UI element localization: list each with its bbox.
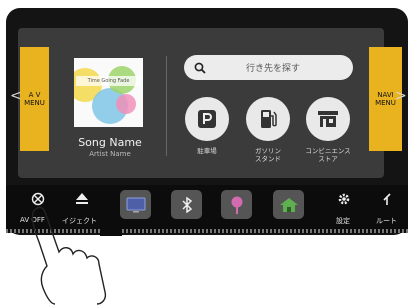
destination-search-field[interactable]: 行き先を探す [184,55,353,80]
av-menu-label-1: A V [28,91,41,99]
gas-station-button[interactable] [246,97,290,141]
av-menu-label-2: MENU [24,99,45,107]
navi-menu-label-1: NAVI [377,91,394,99]
divider [166,56,167,156]
convenience-store-label-1: コンビニエンス [305,147,351,155]
convenience-store-button[interactable] [306,97,350,141]
search-placeholder: 行き先を探す [246,64,301,74]
route-button[interactable]: ルート [376,216,397,226]
search-icon [194,62,206,74]
album-art[interactable]: Time Going Fade [74,58,143,127]
bluetooth-icon [181,196,192,213]
home-app-button[interactable] [273,190,304,219]
album-title: Time Going Fade [76,76,141,86]
convenience-store-label-2: ストア [318,155,338,163]
artist-name: Artist Name [89,150,131,158]
parking-button[interactable] [185,97,229,141]
navi-menu-label-2: MENU [375,99,396,107]
map-pin-icon [231,196,242,214]
bluetooth-app-button[interactable] [171,190,202,219]
settings-button[interactable]: 設定 [336,216,350,226]
convenience-store-icon [318,111,338,127]
chevron-right-icon[interactable]: > [395,88,407,104]
gear-icon[interactable] [337,192,351,206]
parking-label: 駐車場 [172,147,242,155]
chevron-left-icon[interactable]: < [10,88,22,104]
song-name: Song Name [78,136,142,149]
route-icon[interactable] [381,192,393,206]
parking-label-1: 駐車場 [197,147,217,155]
album-art-shape [116,94,136,114]
parking-icon [198,110,216,128]
pointing-hand-icon [31,206,107,305]
home-icon [279,197,298,212]
convenience-store-label: コンビニエンス ストア [293,147,363,163]
gas-station-icon [261,110,277,128]
map-pin-app-button[interactable] [221,190,252,219]
av-menu-tab[interactable]: A V MENU [20,47,49,151]
